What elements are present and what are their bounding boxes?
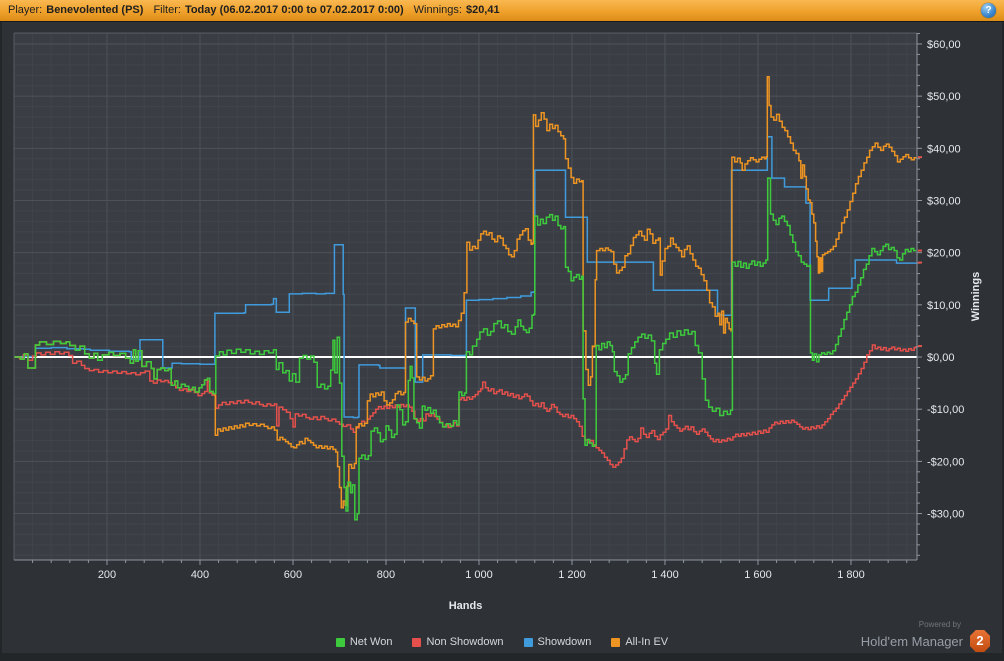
legend-label: Showdown	[537, 636, 592, 648]
y-tick-label: -$20,00	[927, 456, 964, 468]
legend-label: Non Showdown	[426, 636, 504, 648]
filter-value: Today (06.02.2017 0:00 to 07.02.2017 0:0…	[184, 4, 404, 16]
x-tick-label: 1 200	[558, 569, 586, 581]
y-tick-label: $30,00	[927, 195, 961, 207]
series-end-marker	[918, 345, 922, 348]
hm2-logo-badge-icon: 2	[970, 630, 990, 652]
legend-swatch-icon	[523, 637, 533, 647]
x-tick-label: 1 000	[465, 569, 493, 581]
graph-panel: 200 400 600 800 1 000 1 200 1 400 1 600 1 800 $60…	[2, 22, 1002, 653]
player-value: Benevolented (PS)	[46, 4, 144, 16]
y-tick-label: -$30,00	[927, 509, 964, 521]
legend-label: All-In EV	[625, 636, 669, 648]
help-icon[interactable]: ?	[981, 3, 996, 18]
series-end-marker	[918, 249, 922, 252]
x-tick-label: 600	[284, 569, 302, 581]
legend-item-non-showdown: Non Showdown	[412, 636, 504, 648]
powered-by-block: Powered by Hold'em Manager 2	[861, 620, 990, 652]
winnings-graph: 200 400 600 800 1 000 1 200 1 400 1 600 1 800 $60…	[13, 32, 982, 612]
powered-by-text: Powered by	[918, 620, 961, 629]
series-end-marker	[918, 261, 922, 264]
y-axis-title: Winnings	[970, 272, 982, 321]
x-tick-label: 200	[98, 569, 116, 581]
x-tick-label: 1 600	[744, 569, 772, 581]
x-tick-label: 400	[191, 569, 209, 581]
y-tick-label: $40,00	[927, 143, 961, 155]
title-bar: Player: Benevolented (PS) Filter: Today (06…	[0, 0, 1004, 22]
y-tick-label: $60,00	[927, 39, 961, 51]
legend-item-all-in-ev: All-In EV	[611, 636, 668, 648]
winnings-label: Winnings:	[413, 4, 462, 16]
filter-label: Filter:	[153, 4, 181, 16]
legend-swatch-icon	[412, 637, 422, 647]
x-axis-title: Hands	[449, 600, 483, 612]
hm2-graph-window: { "header": { "player_label": "Player:",…	[0, 0, 1004, 661]
brand-name: Hold'em Manager	[860, 633, 963, 649]
series-end-marker	[918, 156, 922, 159]
plot-area	[14, 33, 917, 560]
winnings-value: $20,41	[465, 4, 500, 16]
player-label: Player:	[8, 4, 43, 16]
y-tick-label: $20,00	[927, 248, 961, 260]
legend-label: Net Won	[349, 636, 393, 648]
x-tick-label: 800	[377, 569, 395, 581]
legend-item-net-won: Net Won	[335, 636, 393, 648]
legend-swatch-icon	[611, 637, 621, 647]
x-tick-label: 1 800	[837, 569, 865, 581]
y-tick-label: $50,00	[927, 91, 961, 103]
y-tick-label: $0,00	[927, 352, 955, 364]
legend-swatch-icon	[335, 637, 345, 647]
y-tick-label: -$10,00	[927, 404, 964, 416]
y-tick-label: $10,00	[927, 300, 961, 312]
chart-legend: Net Won Non Showdown Showdown All-In EV	[2, 636, 1002, 648]
x-tick-label: 1 400	[651, 569, 679, 581]
legend-item-showdown: Showdown	[523, 636, 592, 648]
